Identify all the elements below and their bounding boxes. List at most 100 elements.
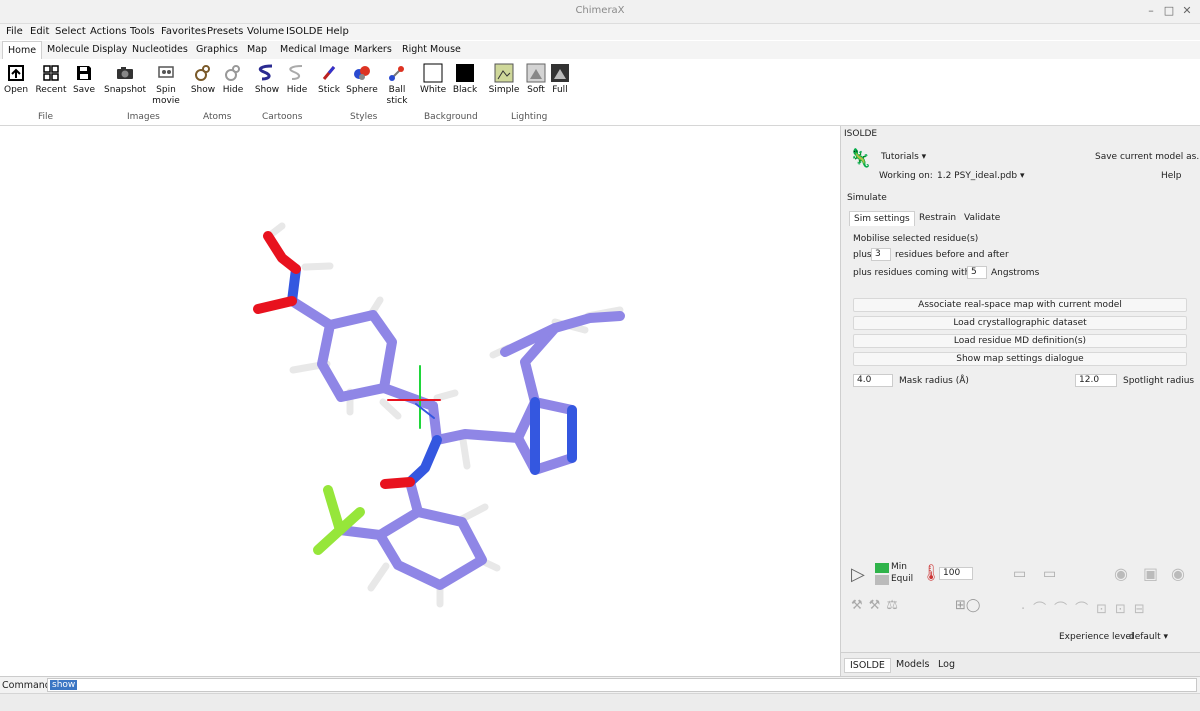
menu-volume[interactable]: Volume (247, 26, 284, 37)
lighting-simple-icon (494, 63, 514, 83)
tab-models[interactable]: Models (891, 658, 934, 671)
tab-markers[interactable]: Markers (349, 41, 397, 59)
load-md-definition-button[interactable]: Load residue MD definition(s) (853, 334, 1187, 348)
help-button[interactable]: Help (1161, 171, 1182, 181)
recent-button[interactable]: Recent (35, 63, 67, 95)
associate-map-button[interactable]: Associate real-space map with current mo… (853, 298, 1187, 312)
group-styles-label: Styles (350, 112, 378, 122)
menu-edit[interactable]: Edit (30, 26, 49, 37)
menu-isolde[interactable]: ISOLDE (286, 26, 323, 37)
spin-movie-button[interactable]: Spin movie (152, 63, 180, 107)
temperature-spinbox[interactable]: 100 (939, 567, 973, 580)
background-black-button[interactable]: Black (452, 63, 478, 95)
tab-log[interactable]: Log (933, 658, 960, 671)
tab-map[interactable]: Map (242, 41, 272, 59)
menu-presets[interactable]: Presets (207, 26, 243, 37)
toolbar-tabs: Home Molecule Display Nucleotides Graphi… (0, 41, 1200, 59)
atoms-hide-button[interactable]: Hide (220, 63, 246, 95)
menu-select[interactable]: Select (55, 26, 86, 37)
home-ribbon: Open Recent Save Snapshot Spin movie Sho… (0, 59, 1200, 126)
cartoon-show-icon (258, 64, 273, 81)
menu-actions[interactable]: Actions (90, 26, 127, 37)
ball-stick-icon (389, 66, 404, 81)
atoms-show-button[interactable]: Show (190, 63, 216, 95)
group-atoms-label: Atoms (203, 112, 232, 122)
lighting-soft-button[interactable]: Soft (524, 63, 548, 95)
checkpoint-save-icon[interactable]: ▭ (1013, 566, 1026, 582)
experience-level-label: Experience level (1059, 632, 1134, 642)
pause-icon[interactable]: ◉ (1114, 564, 1128, 583)
background-white-button[interactable]: White (420, 63, 446, 95)
stick-button[interactable]: Stick (316, 63, 342, 95)
experience-level-select[interactable]: default ▾ (1129, 632, 1168, 642)
residues-before-after-label: residues before and after (895, 250, 1009, 260)
lighting-soft-icon (526, 63, 546, 83)
panel-bottom-tabs: ISOLDE Models Log (841, 652, 1200, 676)
restraint-tools-icon[interactable]: ·⌒⌒⌒⊡⊡⊟ (1021, 598, 1153, 617)
save-button[interactable]: Save (72, 63, 96, 95)
lighting-full-icon (551, 64, 569, 82)
flip-peptide-icon[interactable]: ⊞◯ (955, 598, 980, 613)
menu-file[interactable]: File (6, 26, 23, 37)
tab-graphics[interactable]: Graphics (191, 41, 243, 59)
min-indicator[interactable] (875, 563, 889, 573)
command-text: show (50, 680, 78, 690)
contact-spinbox[interactable]: 5 (967, 266, 987, 279)
map-settings-button[interactable]: Show map settings dialogue (853, 352, 1187, 366)
lighting-full-button[interactable]: Full (548, 63, 572, 95)
spotlight-radius-spinbox[interactable]: 12.0 (1075, 374, 1117, 387)
checkpoint-revert-icon[interactable]: ▭ (1043, 566, 1056, 582)
rotamer-tools-icon[interactable]: ⚒⚒⚖ (851, 598, 904, 613)
mask-radius-spinbox[interactable]: 4.0 (853, 374, 893, 387)
cartoons-hide-button[interactable]: Hide (284, 63, 310, 95)
tab-isolde[interactable]: ISOLDE (844, 658, 891, 673)
play-icon[interactable]: ▷ (851, 564, 865, 585)
command-input[interactable]: show (47, 678, 1197, 692)
save-model-button[interactable]: Save current model as... (1095, 152, 1200, 162)
cartoons-show-button[interactable]: Show (254, 63, 280, 95)
group-lighting-label: Lighting (511, 112, 548, 122)
menu-favorites[interactable]: Favorites (161, 26, 206, 37)
tutorials-dropdown[interactable]: Tutorials ▾ (881, 152, 926, 162)
lighting-simple-button[interactable]: Simple (488, 63, 520, 95)
tab-right-mouse[interactable]: Right Mouse (397, 41, 466, 59)
sphere-button[interactable]: Sphere (346, 63, 378, 95)
isolde-logo-icon: 🦎 (849, 148, 872, 169)
close-icon[interactable]: ✕ (1180, 4, 1194, 18)
tab-home[interactable]: Home (2, 41, 43, 59)
simulate-label: Simulate (847, 193, 887, 203)
cartoon-hide-icon (289, 65, 303, 80)
tab-molecule-display[interactable]: Molecule Display (42, 41, 132, 59)
load-crystallographic-button[interactable]: Load crystallographic dataset (853, 316, 1187, 330)
ball-stick-button[interactable]: Ball stick (384, 63, 410, 107)
menu-tools[interactable]: Tools (130, 26, 155, 37)
plus-label: plus (853, 250, 872, 260)
min-label: Min (891, 562, 907, 572)
residues-spinbox[interactable]: 3 (871, 248, 891, 261)
window-titlebar: ChimeraX – □ ✕ (0, 0, 1200, 24)
working-on-label: Working on: (879, 171, 933, 181)
tab-restrain[interactable]: Restrain (915, 211, 960, 225)
tab-medical-image[interactable]: Medical Image (275, 41, 354, 59)
menu-help[interactable]: Help (326, 26, 349, 37)
commit-icon[interactable]: ▣ (1143, 564, 1158, 583)
group-background-label: Background (424, 112, 478, 122)
tab-nucleotides[interactable]: Nucleotides (127, 41, 193, 59)
contact-label: plus residues coming within (853, 268, 979, 278)
snapshot-button[interactable]: Snapshot (104, 63, 146, 95)
stick-icon (322, 66, 336, 80)
group-images-label: Images (127, 112, 160, 122)
recent-icon (43, 65, 59, 81)
tab-sim-settings[interactable]: Sim settings (849, 211, 915, 226)
molecule-structure[interactable] (0, 126, 838, 676)
working-on-select[interactable]: 1.2 PSY_ideal.pdb ▾ (937, 171, 1024, 181)
equil-indicator[interactable] (875, 575, 889, 585)
mobilise-label: Mobilise selected residue(s) (853, 234, 979, 244)
tab-validate[interactable]: Validate (960, 211, 1004, 225)
open-button[interactable]: Open (4, 63, 28, 95)
stop-icon[interactable]: ◉ (1171, 564, 1185, 583)
3d-viewport[interactable] (0, 126, 838, 676)
maximize-icon[interactable]: □ (1162, 4, 1176, 18)
minimize-icon[interactable]: – (1144, 4, 1158, 18)
group-cartoons-label: Cartoons (262, 112, 303, 122)
